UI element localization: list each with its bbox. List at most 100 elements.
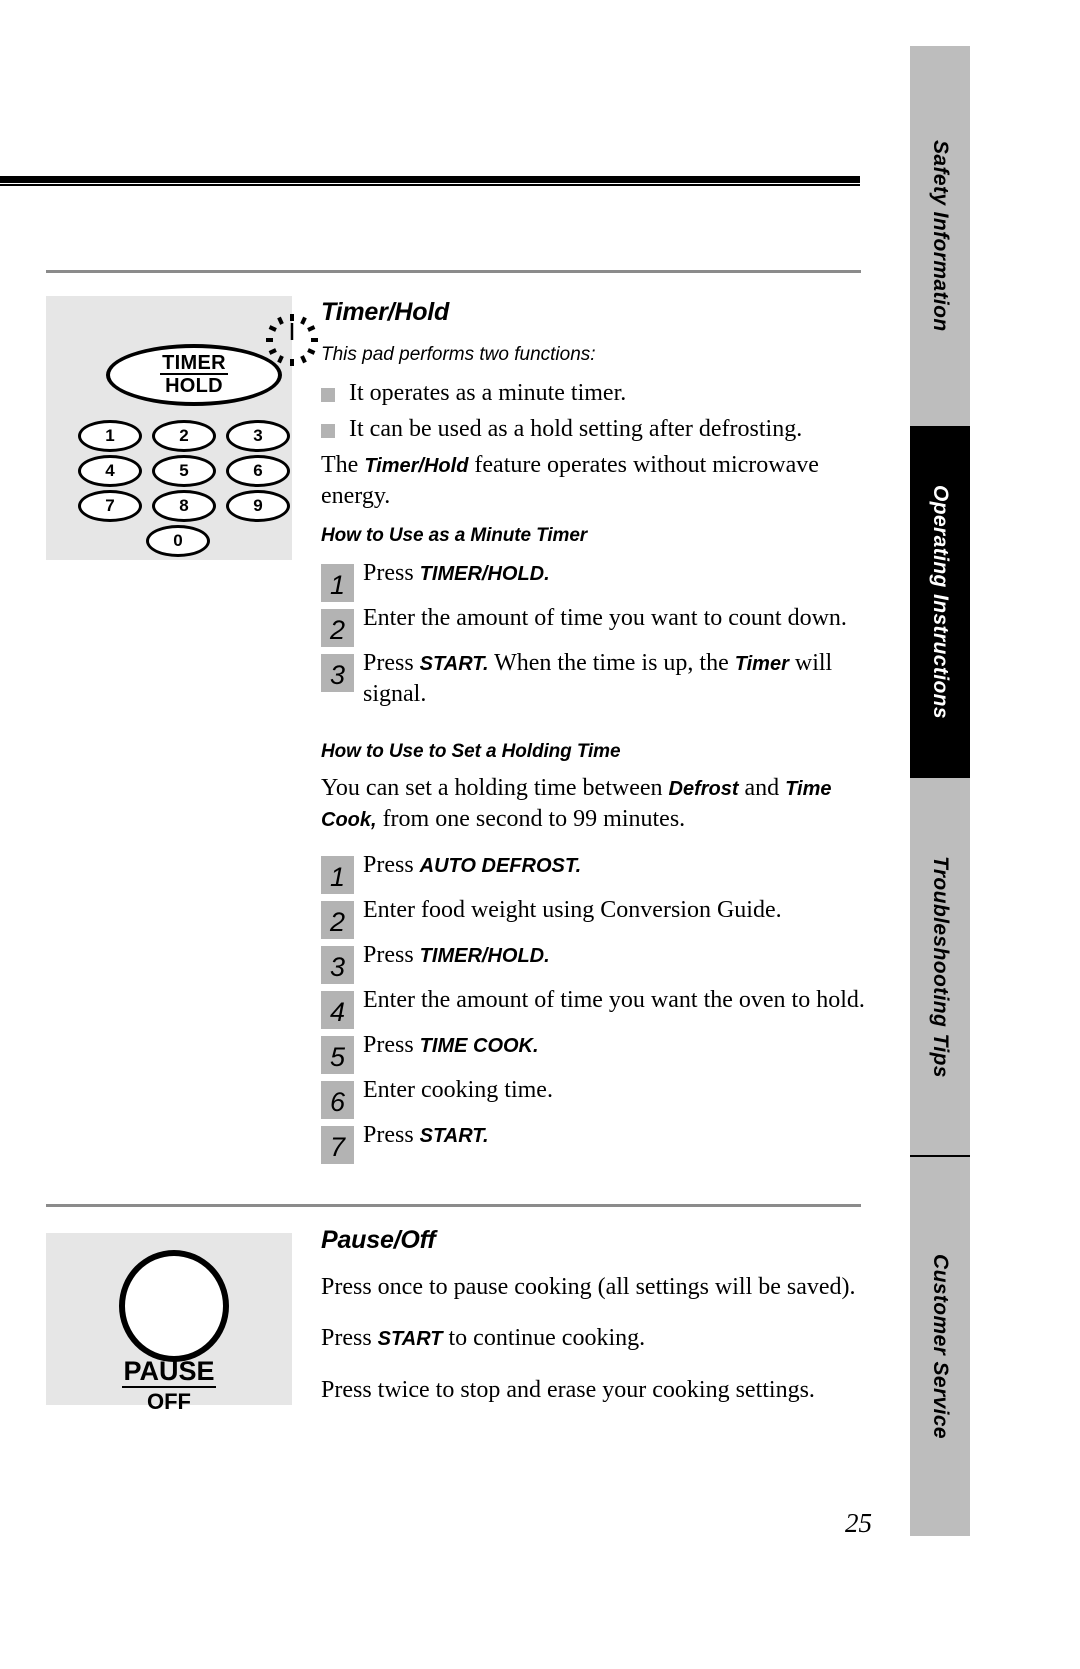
pause-label-line2: OFF xyxy=(147,1389,191,1414)
section-divider-top xyxy=(46,270,861,273)
para-bold1: Defrost xyxy=(668,778,739,800)
step-item: 7 Press START. xyxy=(321,1119,866,1164)
bullet-square-icon xyxy=(321,424,335,438)
step-text: Press START. When the time is up, the Ti… xyxy=(363,647,866,709)
step-text: Enter the amount of time you want the ov… xyxy=(363,987,865,1013)
header-rule xyxy=(0,176,860,183)
step-bold: START. xyxy=(419,653,489,675)
step-item: 3 Press TIMER/HOLD. xyxy=(321,939,866,984)
pause-illustration-panel: PAUSE OFF xyxy=(46,1233,292,1414)
sidebar-tabs: Safety Information Operating Instruction… xyxy=(910,0,970,1669)
step-pre: Press xyxy=(363,942,420,968)
pause-off-section: Pause/Off Press once to pause cooking (a… xyxy=(321,1226,866,1419)
step-number: 4 xyxy=(321,991,354,1029)
pause-off-line1: Press once to pause cooking (all setting… xyxy=(321,1274,856,1300)
timer-hold-paragraph: The Timer/Hold feature operates without … xyxy=(321,450,866,511)
step-item: 4 Enter the amount of time you want the … xyxy=(321,984,866,1029)
timer-hold-section: Timer/Hold This pad performs two functio… xyxy=(321,298,866,1164)
sidebar-item-label: Safety Information xyxy=(929,140,952,332)
keypad-key-1[interactable]: 1 xyxy=(78,420,142,452)
step-item: 2 Enter food weight using Conversion Gui… xyxy=(321,894,866,939)
para-pre: You can set a holding time between xyxy=(321,775,669,801)
step-text: Press TIMER/HOLD. xyxy=(363,557,866,589)
keypad-key-2[interactable]: 2 xyxy=(152,420,216,452)
keypad-key-7[interactable]: 7 xyxy=(78,490,142,522)
keypad-key-6[interactable]: 6 xyxy=(226,455,290,487)
step-bold: TIMER/HOLD. xyxy=(419,945,550,967)
holding-time-paragraph: You can set a holding time between Defro… xyxy=(321,773,866,835)
bullet-text: It can be used as a hold setting after d… xyxy=(349,416,803,442)
step-item: 5 Press TIME COOK. xyxy=(321,1029,866,1074)
holding-time-steps: 1 Press AUTO DEFROST. 2 Enter food weigh… xyxy=(321,849,866,1164)
keypad-row-1: 1 2 3 xyxy=(78,420,290,452)
line2-pre: Press xyxy=(321,1325,378,1351)
timer-hold-bullet-list: It operates as a minute timer. It can be… xyxy=(321,378,866,444)
step-pre: Press xyxy=(363,650,420,676)
section-divider-middle xyxy=(46,1204,861,1207)
timer-hold-intro: This pad performs two functions: xyxy=(321,344,596,365)
keypad-key-3[interactable]: 3 xyxy=(226,420,290,452)
step-pre: Press xyxy=(363,1122,420,1148)
step-item: 1 Press TIMER/HOLD. xyxy=(321,557,866,602)
line2-bold: START xyxy=(377,1328,443,1350)
step-number: 3 xyxy=(321,654,354,692)
sidebar-item-troubleshooting-tips[interactable]: Troubleshooting Tips xyxy=(910,778,970,1156)
clock-starburst-icon xyxy=(266,314,318,366)
sidebar-item-label: Operating Instructions xyxy=(929,485,952,719)
minute-timer-heading: How to Use as a Minute Timer xyxy=(321,525,588,546)
step-text: Enter cooking time. xyxy=(363,1077,553,1103)
step-pre: Press xyxy=(363,560,420,586)
timer-hold-button[interactable]: TIMER HOLD xyxy=(106,344,282,406)
sidebar-tab-divider xyxy=(910,1155,970,1157)
sidebar-item-label: Customer Service xyxy=(929,1253,952,1439)
step-number: 5 xyxy=(321,1036,354,1074)
keypad-key-9[interactable]: 9 xyxy=(226,490,290,522)
header-rule-thin xyxy=(0,184,860,186)
para-mid: and xyxy=(738,775,786,801)
sidebar-item-operating-instructions[interactable]: Operating Instructions xyxy=(910,426,970,778)
line2-post: to continue cooking. xyxy=(442,1325,646,1351)
step-item: 1 Press AUTO DEFROST. xyxy=(321,849,866,894)
step-number: 1 xyxy=(321,856,354,894)
page-number: 25 xyxy=(845,1508,872,1538)
para-pre: The xyxy=(321,452,365,478)
sidebar-item-customer-service[interactable]: Customer Service xyxy=(910,1156,970,1536)
step-bold: AUTO DEFROST. xyxy=(419,855,582,877)
keypad-row-2: 4 5 6 xyxy=(78,455,290,487)
pause-off-line3: Press twice to stop and erase your cooki… xyxy=(321,1377,815,1403)
step-number: 3 xyxy=(321,946,354,984)
keypad-key-5[interactable]: 5 xyxy=(152,455,216,487)
holding-time-heading: How to Use to Set a Holding Time xyxy=(321,741,621,762)
para-post: from one second to 99 minutes. xyxy=(376,806,686,832)
keypad-row-4: 0 xyxy=(146,525,210,557)
bullet-text: It operates as a minute timer. xyxy=(349,380,627,406)
pause-off-label: PAUSE OFF xyxy=(46,1357,292,1415)
step-pre: Press xyxy=(363,1032,420,1058)
keypad-key-8[interactable]: 8 xyxy=(152,490,216,522)
step-post: When the time is up, the xyxy=(488,650,735,676)
minute-timer-steps: 1 Press TIMER/HOLD. 2 Enter the amount o… xyxy=(321,557,866,709)
step-item: 3 Press START. When the time is up, the … xyxy=(321,647,866,709)
step-text: Press START. xyxy=(363,1119,866,1151)
step-pre: Press xyxy=(363,852,420,878)
keypad-row-3: 7 8 9 xyxy=(78,490,290,522)
keypad-key-0[interactable]: 0 xyxy=(146,525,210,557)
step-number: 1 xyxy=(321,564,354,602)
step-item: 2 Enter the amount of time you want to c… xyxy=(321,602,866,647)
timer-hold-button-line1: TIMER xyxy=(160,351,228,375)
keypad-key-4[interactable]: 4 xyxy=(78,455,142,487)
list-item: It operates as a minute timer. xyxy=(321,378,866,408)
sidebar-item-safety-information[interactable]: Safety Information xyxy=(910,46,970,426)
step-text: Press AUTO DEFROST. xyxy=(363,849,866,881)
keypad-illustration-panel: TIMER HOLD 1 2 3 4 5 6 7 8 9 0 xyxy=(46,296,318,560)
step-number: 2 xyxy=(321,901,354,939)
step-item: 6 Enter cooking time. xyxy=(321,1074,866,1119)
pause-off-button[interactable] xyxy=(119,1250,229,1362)
step-bold: TIMER/HOLD. xyxy=(419,563,550,585)
step-text: Enter food weight using Conversion Guide… xyxy=(363,897,782,923)
list-item: It can be used as a hold setting after d… xyxy=(321,414,866,444)
pause-label-line1: PAUSE xyxy=(122,1356,216,1388)
pause-off-heading: Pause/Off xyxy=(321,1226,436,1254)
sidebar-item-label: Troubleshooting Tips xyxy=(929,856,952,1078)
timer-hold-button-line2: HOLD xyxy=(165,374,223,397)
